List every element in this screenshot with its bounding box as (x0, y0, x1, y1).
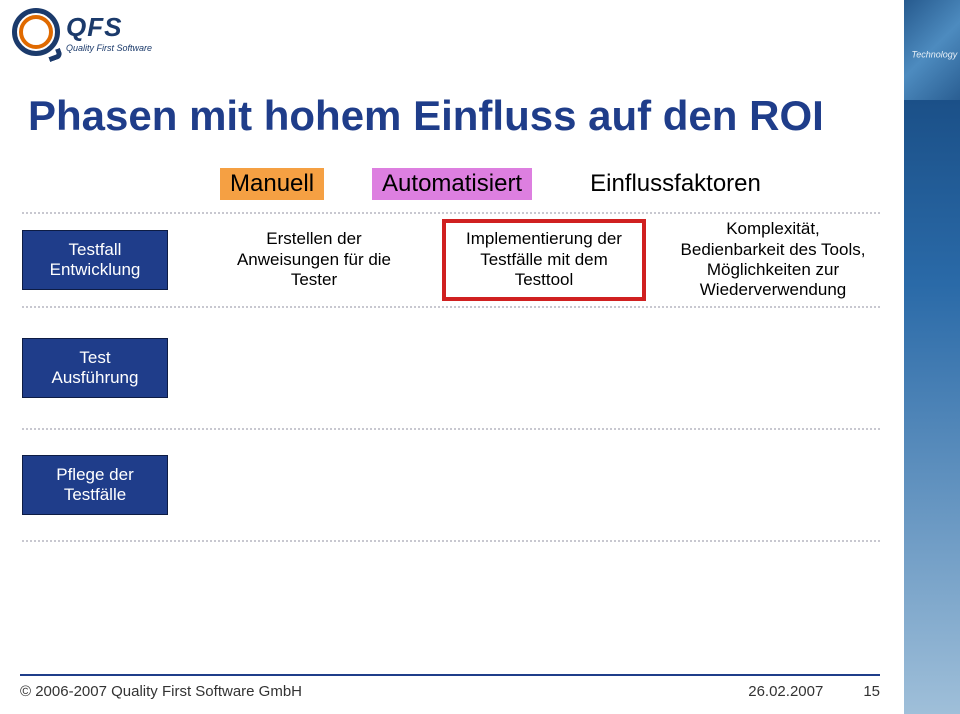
phase-label: Test (79, 348, 110, 368)
col-header-manual: Manuell (220, 168, 324, 200)
phase-label: Ausführung (52, 368, 139, 388)
decorative-strip (904, 0, 960, 714)
cell-manual: Erstellen der Anweisungen für die Tester (214, 229, 414, 290)
column-headers: Manuell Automatisiert Einflussfaktoren (220, 168, 771, 200)
row-testfall-entwicklung: Testfall Entwicklung Erstellen der Anwei… (22, 214, 880, 306)
row-pflege-testfaelle: Pflege der Testfälle (22, 430, 880, 540)
row-separator (22, 540, 880, 542)
phase-label: Pflege der (56, 465, 134, 485)
phase-box-pflege: Pflege der Testfälle (22, 455, 168, 515)
phase-label: Testfälle (64, 485, 126, 505)
footer-date: 26.02.2007 (748, 683, 823, 700)
footer-page: 15 (863, 683, 880, 700)
phase-label: Entwicklung (50, 260, 141, 280)
technology-tile-icon (904, 0, 960, 100)
col-header-factors: Einflussfaktoren (580, 168, 771, 200)
slide-title: Phasen mit hohem Einfluss auf den ROI (28, 92, 824, 140)
cell-factors: Komplexität, Bedienbarkeit des Tools, Mö… (666, 219, 880, 301)
logo: QFS Quality First Software (12, 8, 152, 56)
logo-text: QFS Quality First Software (66, 12, 152, 53)
cell-auto-highlighted: Implementierung der Testfälle mit dem Te… (442, 219, 646, 300)
phase-box-entwicklung: Testfall Entwicklung (22, 230, 168, 290)
decorative-bar (904, 100, 960, 714)
phase-label: Testfall (69, 240, 122, 260)
logo-tagline: Quality First Software (66, 43, 152, 53)
logo-acronym: QFS (66, 12, 152, 43)
col-header-auto: Automatisiert (372, 168, 532, 200)
rows-container: Testfall Entwicklung Erstellen der Anwei… (22, 212, 880, 542)
footer: © 2006-2007 Quality First Software GmbH … (20, 674, 880, 700)
row-test-ausfuehrung: Test Ausführung (22, 308, 880, 428)
slide: QFS Quality First Software Phasen mit ho… (0, 0, 960, 714)
footer-copyright: © 2006-2007 Quality First Software GmbH (20, 683, 302, 700)
logo-ring-icon (12, 8, 60, 56)
phase-box-ausfuehrung: Test Ausführung (22, 338, 168, 398)
